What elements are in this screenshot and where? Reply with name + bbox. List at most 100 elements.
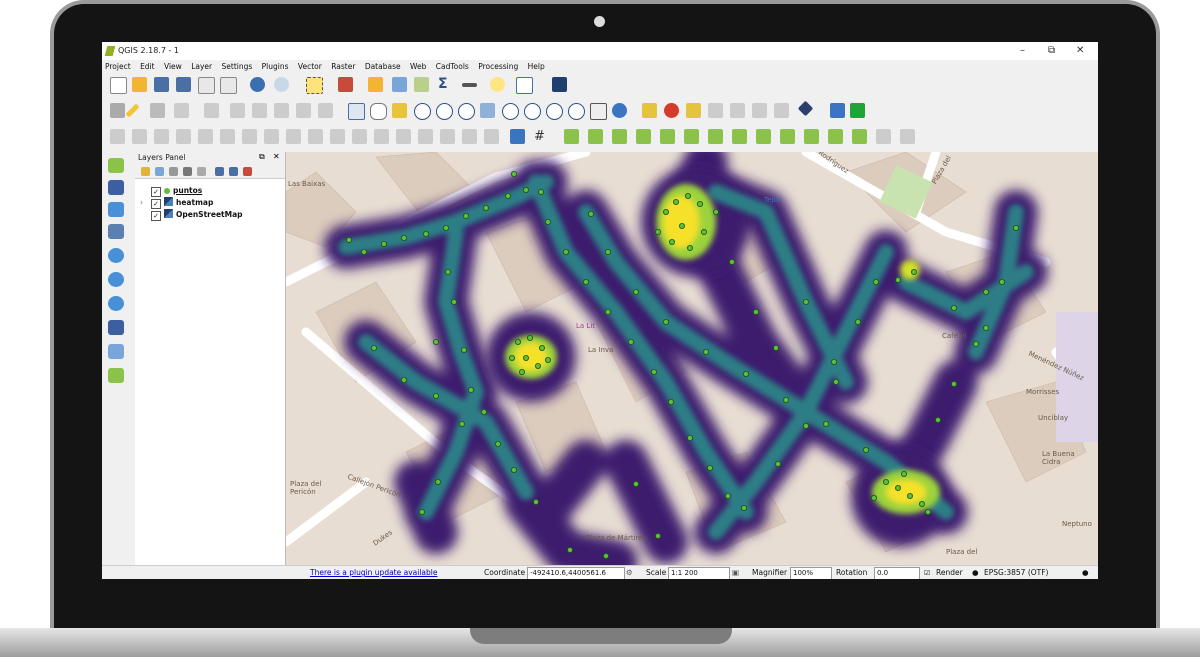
cad-tool-icon-2[interactable] xyxy=(588,129,603,144)
menu-raster[interactable]: Raster xyxy=(331,62,355,71)
simplify-icon[interactable] xyxy=(220,129,235,144)
add-ring-icon[interactable] xyxy=(242,129,257,144)
add-vector-layer-icon[interactable] xyxy=(108,158,124,173)
layer-item-puntos[interactable]: ✓ puntos xyxy=(151,185,202,197)
attribute-table-icon[interactable] xyxy=(392,77,407,92)
plugin-update-link[interactable]: There is a plugin update available xyxy=(310,566,437,579)
layer-item-openstreetmap[interactable]: ✓ OpenStreetMap xyxy=(151,209,243,221)
cad-tool-icon-9[interactable] xyxy=(756,129,771,144)
copy-icon[interactable] xyxy=(296,103,311,118)
help-icon[interactable] xyxy=(552,77,567,92)
python-console-icon[interactable] xyxy=(830,103,845,118)
add-part-icon[interactable] xyxy=(264,129,279,144)
cad-tool-icon-3[interactable] xyxy=(612,129,627,144)
cad-tool-icon-5[interactable] xyxy=(660,129,675,144)
close-button[interactable]: ✕ xyxy=(1076,42,1084,60)
rotation-field[interactable]: 0.0 xyxy=(874,567,920,579)
zoom-full-icon[interactable] xyxy=(480,103,495,118)
map-canvas[interactable]: Las Baixas Tejón Rodríguez Plaza del Pla… xyxy=(286,152,1098,565)
crs-status[interactable]: EPSG:3857 (OTF) xyxy=(984,566,1048,579)
add-feature-icon[interactable] xyxy=(174,103,189,118)
identify-icon[interactable] xyxy=(250,77,265,92)
print-composer-icon[interactable] xyxy=(198,77,215,94)
measure-icon[interactable] xyxy=(462,83,477,87)
add-virtual-layer-icon[interactable] xyxy=(108,344,124,359)
cad-tool-icon-8[interactable] xyxy=(732,129,747,144)
offset-curve-icon[interactable] xyxy=(374,129,389,144)
menu-database[interactable]: Database xyxy=(365,62,401,71)
expand-chevron-icon[interactable]: › xyxy=(140,197,143,208)
rotate-symbols-icon[interactable] xyxy=(484,129,499,144)
cad-tool-icon-10[interactable] xyxy=(780,129,795,144)
zoom-out-icon[interactable] xyxy=(436,103,453,120)
menu-edit[interactable]: Edit xyxy=(140,62,155,71)
save-project-icon[interactable] xyxy=(154,77,169,92)
grid-icon[interactable]: # xyxy=(534,129,549,144)
zoom-selection-icon[interactable] xyxy=(502,103,519,120)
zoom-in-icon[interactable] xyxy=(414,103,431,120)
zoom-next-icon[interactable] xyxy=(568,103,585,120)
filter-legend-icon[interactable] xyxy=(183,167,192,176)
render-checkbox[interactable]: ☑ xyxy=(924,566,930,579)
map-tips-icon[interactable] xyxy=(490,77,505,92)
new-project-icon[interactable] xyxy=(110,77,127,94)
text-annotation-icon[interactable] xyxy=(516,77,533,94)
cad-tool-icon-13[interactable] xyxy=(852,129,867,144)
save-as-icon[interactable] xyxy=(176,77,191,92)
add-raster-layer-icon[interactable] xyxy=(108,180,124,195)
label-change-icon[interactable] xyxy=(774,103,789,118)
label-pin-icon[interactable] xyxy=(686,103,701,118)
menu-processing[interactable]: Processing xyxy=(478,62,518,71)
split-features-icon[interactable] xyxy=(396,129,411,144)
layer-item-heatmap[interactable]: › ✓ heatmap xyxy=(140,197,213,209)
field-calculator-icon[interactable] xyxy=(414,77,429,92)
pan-to-selection-icon[interactable] xyxy=(392,103,407,118)
cad-tool-icon-7[interactable] xyxy=(708,129,723,144)
zoom-last-icon[interactable] xyxy=(546,103,563,120)
touch-zoom-icon[interactable] xyxy=(348,103,365,120)
split-parts-icon[interactable] xyxy=(418,129,433,144)
minimize-button[interactable]: – xyxy=(1020,42,1025,60)
menu-project[interactable]: Project xyxy=(105,62,131,71)
messages-icon[interactable]: ● xyxy=(1082,566,1089,579)
reshape-icon[interactable] xyxy=(352,129,367,144)
cad-tool-icon-1[interactable] xyxy=(564,129,579,144)
add-wms-layer-icon[interactable] xyxy=(108,248,124,263)
undo-icon[interactable] xyxy=(154,129,169,144)
redo-icon[interactable] xyxy=(176,129,191,144)
delete-selected-icon[interactable] xyxy=(252,103,267,118)
label-show-hide-icon[interactable] xyxy=(708,103,723,118)
add-delimited-text-icon[interactable] xyxy=(108,320,124,335)
current-edits-icon[interactable] xyxy=(110,103,125,118)
lock-scale-icon[interactable]: ▣ xyxy=(732,566,739,579)
manage-visibility-icon[interactable] xyxy=(169,167,178,176)
label-toolbar-icon-2[interactable] xyxy=(664,103,679,118)
advanced-digitize-icon-2[interactable] xyxy=(132,129,147,144)
layer-visibility-checkbox[interactable]: ✓ xyxy=(151,187,161,197)
delete-part-icon[interactable] xyxy=(330,129,345,144)
layer-visibility-checkbox[interactable]: ✓ xyxy=(151,211,161,221)
move-feature-icon[interactable] xyxy=(204,103,219,118)
pan-map-icon[interactable] xyxy=(370,103,387,120)
layer-visibility-checkbox[interactable]: ✓ xyxy=(151,199,161,209)
select-features-icon[interactable] xyxy=(306,77,323,94)
open-project-icon[interactable] xyxy=(132,77,147,92)
zoom-icon[interactable] xyxy=(274,77,289,92)
label-icon[interactable] xyxy=(642,103,657,118)
rotate-feature-icon[interactable] xyxy=(198,129,213,144)
menu-help[interactable]: Help xyxy=(528,62,545,71)
add-postgis-layer-icon[interactable] xyxy=(108,202,124,217)
zoom-native-icon[interactable] xyxy=(458,103,475,120)
cad-tool-icon-15[interactable] xyxy=(900,129,915,144)
delete-ring-icon[interactable] xyxy=(308,129,323,144)
menu-settings[interactable]: Settings xyxy=(222,62,253,71)
label-rotate-icon[interactable] xyxy=(752,103,767,118)
toggle-extents-icon[interactable]: ⚙ xyxy=(626,566,633,579)
merge-attributes-icon[interactable] xyxy=(462,129,477,144)
collapse-all-icon[interactable] xyxy=(229,167,238,176)
cad-tool-icon-11[interactable] xyxy=(804,129,819,144)
composer-manager-icon[interactable] xyxy=(220,77,237,94)
select-by-expression-icon[interactable] xyxy=(338,77,353,92)
cad-tool-icon-6[interactable] xyxy=(684,129,699,144)
zoom-layer-icon[interactable] xyxy=(524,103,541,120)
